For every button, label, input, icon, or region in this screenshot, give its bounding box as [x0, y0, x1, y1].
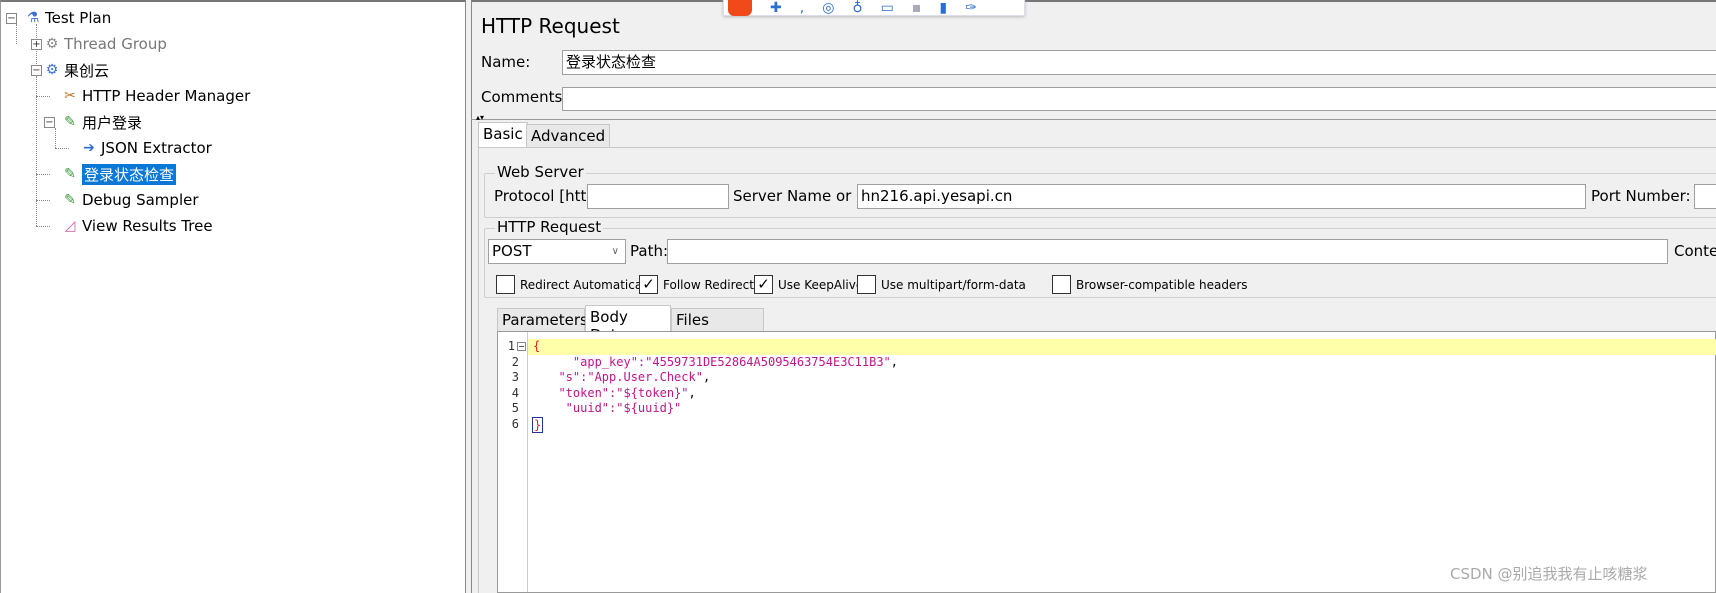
- chevron-down-icon: ∨: [611, 246, 619, 257]
- method-select[interactable]: POST ∨: [488, 239, 626, 264]
- collapse-toggle[interactable]: −: [44, 117, 55, 128]
- line-number: 4: [511, 386, 519, 400]
- floating-toolbar: ✚, ◎ ♁ ▭ ▪ ▮ ✑: [723, 0, 1025, 16]
- tree-item-json-extractor[interactable]: ➔ JSON Extractor: [80, 136, 212, 160]
- check-icon: ✓: [639, 275, 658, 294]
- tools-icon: ✂: [64, 88, 76, 104]
- chart-icon: ◿: [64, 218, 76, 234]
- use-multipart-checkbox[interactable]: Use multipart/form-data: [857, 275, 1026, 294]
- server-label: Server Name or IP:: [733, 187, 875, 205]
- collapse-toggle[interactable]: −: [6, 13, 17, 24]
- code-line: }: [532, 417, 544, 433]
- code-line: "s":"App.User.Check",: [544, 370, 711, 384]
- port-label: Port Number:: [1591, 187, 1691, 205]
- subtab-files-upload[interactable]: Files Upload: [671, 308, 764, 347]
- flask-icon: ⚗: [26, 10, 40, 26]
- browser-compatible-headers-checkbox[interactable]: Browser-compatible headers: [1052, 275, 1248, 294]
- comments-label: Comments:: [481, 88, 568, 106]
- checkbox-box: [1052, 275, 1071, 294]
- tree-item-header-manager[interactable]: ✂ HTTP Header Manager: [61, 84, 250, 108]
- line-number: 5: [511, 401, 519, 415]
- code-line: {: [533, 339, 541, 353]
- tab-basic[interactable]: Basic: [478, 122, 528, 148]
- code-line: "token":"${token}",: [544, 386, 696, 400]
- current-line-highlight: [528, 339, 1716, 355]
- page-title: HTTP Request: [481, 14, 620, 38]
- gear-icon: ⚙: [45, 36, 59, 52]
- check-icon: ✓: [754, 275, 773, 294]
- checkbox-box: [496, 275, 515, 294]
- path-input[interactable]: [667, 239, 1668, 264]
- plus-icon[interactable]: ✚: [770, 0, 782, 16]
- tree-item-login-check[interactable]: ✎ 登录状态检查: [61, 162, 177, 186]
- tree-item-debug-sampler[interactable]: ✎ Debug Sampler: [61, 188, 198, 212]
- extractor-icon: ➔: [83, 140, 95, 156]
- tree-item-view-results-tree[interactable]: ◿ View Results Tree: [61, 214, 213, 238]
- splitter-arrows-icon[interactable]: ▴▾: [476, 113, 484, 122]
- code-line: "uuid":"${uuid}": [544, 401, 682, 415]
- collapse-toggle[interactable]: −: [31, 65, 42, 76]
- port-input[interactable]: [1694, 184, 1716, 209]
- subtab-parameters[interactable]: Parameters: [497, 308, 588, 332]
- line-number: 1: [507, 339, 515, 353]
- shirt-icon[interactable]: ▮: [939, 0, 947, 16]
- tree-item-thread-group-2[interactable]: ⚙ 果创云: [43, 58, 109, 82]
- pipette-icon: ✎: [64, 166, 76, 182]
- pipette-icon: ✎: [64, 192, 76, 208]
- gear-icon: ⚙: [45, 62, 59, 78]
- code-line: "app_key":"4559731DE52864A5095463754E3C1…: [544, 355, 899, 369]
- mic-icon[interactable]: ♁: [852, 0, 862, 16]
- subtab-body-data[interactable]: Body Data: [585, 305, 671, 344]
- line-number: 2: [511, 355, 519, 369]
- content-encoding-label: Conte: [1674, 242, 1716, 260]
- logo-icon: [728, 0, 752, 16]
- pipette-icon: ✎: [64, 114, 76, 130]
- watermark: CSDN @别追我我有止咳糖浆: [1450, 565, 1648, 583]
- wrench-icon[interactable]: ✑: [965, 0, 977, 16]
- checkbox-box: [857, 275, 876, 294]
- tree-item-thread-group[interactable]: ⚙ Thread Group: [43, 32, 167, 56]
- use-keepalive-checkbox[interactable]: ✓ Use KeepAlive: [754, 275, 863, 294]
- emoji-icon[interactable]: ◎: [822, 0, 834, 16]
- web-server-legend: Web Server: [495, 163, 586, 181]
- fold-toggle[interactable]: −: [517, 342, 526, 351]
- expand-toggle[interactable]: +: [31, 39, 42, 50]
- server-input[interactable]: hn216.api.yesapi.cn: [857, 184, 1586, 209]
- follow-redirects-checkbox[interactable]: ✓ Follow Redirects: [639, 275, 760, 294]
- comments-input[interactable]: [562, 87, 1716, 111]
- line-number: 6: [511, 417, 519, 431]
- tree-item-login[interactable]: ✎ 用户登录: [61, 110, 142, 134]
- grid-icon[interactable]: ▪: [912, 0, 922, 16]
- comma-icon[interactable]: ,: [800, 0, 804, 16]
- tab-advanced[interactable]: Advanced: [526, 124, 611, 148]
- name-label: Name:: [481, 53, 531, 71]
- line-number: 3: [511, 370, 519, 384]
- keyboard-icon[interactable]: ▭: [881, 0, 894, 16]
- line-number-gutter: 1 − 2 3 4 5 6: [498, 332, 528, 592]
- tree-item-test-plan[interactable]: ⚗ Test Plan: [24, 6, 112, 30]
- test-plan-tree[interactable]: − ⚗ Test Plan + ⚙ Thread Group − ⚙ 果创云 ✂ HTT…: [0, 0, 466, 593]
- protocol-input[interactable]: [587, 184, 729, 209]
- redirect-automatically-checkbox[interactable]: Redirect Automatically: [496, 275, 656, 294]
- http-request-legend: HTTP Request: [495, 218, 604, 236]
- name-input[interactable]: 登录状态检查: [562, 50, 1716, 75]
- path-label: Path:: [630, 242, 669, 260]
- body-data-editor[interactable]: 1 − 2 3 4 5 6 { "app_key":"4559731DE5286…: [497, 331, 1716, 593]
- divider: [471, 119, 1716, 120]
